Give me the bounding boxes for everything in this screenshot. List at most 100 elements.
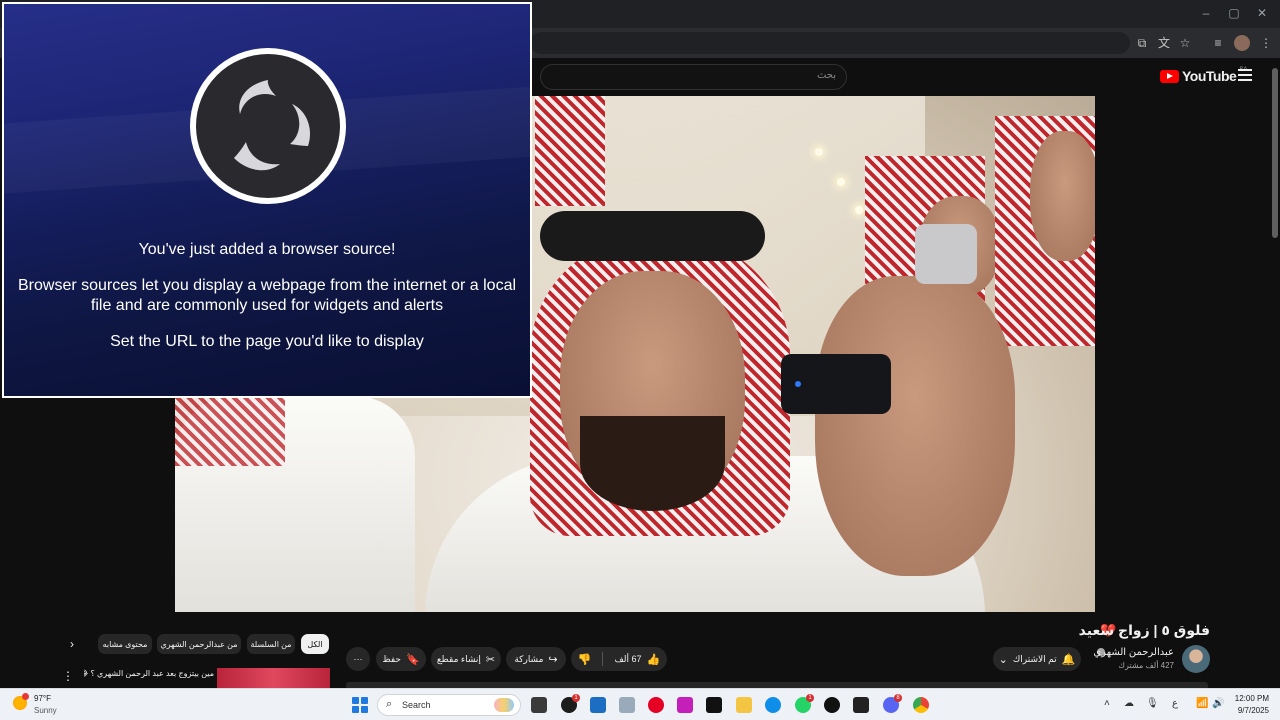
taskbar-search-label: Search <box>402 700 431 710</box>
star-icon[interactable]: ☆ <box>1177 35 1193 51</box>
chevron-down-icon: ⌄ <box>998 653 1008 666</box>
whatsapp-icon[interactable]: 1 <box>795 694 814 713</box>
maximize-button[interactable]: ▢ <box>1224 6 1244 20</box>
taskbar-search[interactable]: ⌕ Search <box>377 694 521 716</box>
video-details: 💔 فلوق ٥ | زواج سعيد عبدالرحمن الشهري 42… <box>0 612 1280 688</box>
edge-icon[interactable] <box>765 697 781 713</box>
search-icon: ⌕ <box>386 698 393 710</box>
taskbar: 97°F Sunny ⌕ Search 1 1 8 ˄ ☁ 🎙 ع 📶 🔊 12… <box>0 688 1280 720</box>
more-icon: ··· <box>353 654 363 664</box>
kebab-menu-icon[interactable]: ⋮ <box>1258 35 1274 51</box>
search-input[interactable]: بحث <box>540 64 847 90</box>
logo-text: YouTube <box>1182 68 1237 84</box>
search-placeholder: بحث <box>816 70 836 81</box>
obs-app-icon[interactable]: 1 <box>561 694 580 713</box>
cloud-app-icon[interactable] <box>619 697 635 713</box>
obs-heading: You've just added a browser source! <box>138 241 396 258</box>
task-view-icon[interactable] <box>531 697 547 713</box>
picsart-icon[interactable] <box>677 697 693 713</box>
clip-button[interactable]: ✂ إنشاء مقطع <box>431 647 501 671</box>
like-divider <box>602 652 604 666</box>
clock-time[interactable]: 12:00 PM <box>1233 694 1269 703</box>
beard-main <box>580 416 725 511</box>
obs-instruction: Set the URL to the page you'd like to di… <box>110 333 424 350</box>
share-button[interactable]: ↪ مشاركة <box>506 647 566 671</box>
media-icon[interactable]: ≡ <box>1210 35 1226 51</box>
cast-icon[interactable]: ⧉ <box>1134 35 1150 51</box>
ghutra-back-left <box>535 96 605 206</box>
weather-condition[interactable]: Sunny <box>34 706 57 715</box>
start-button[interactable] <box>352 697 368 713</box>
agal-main <box>540 211 765 261</box>
address-bar[interactable] <box>530 32 1130 54</box>
discord-badge: 8 <box>894 694 902 702</box>
channel-avatar[interactable] <box>1182 645 1210 673</box>
recommendation-menu-icon[interactable]: ⋮ <box>62 669 74 683</box>
channel-name[interactable]: عبدالرحمن الشهري <box>1093 647 1174 658</box>
phone <box>915 224 977 284</box>
save-button[interactable]: 🔖 حفظ <box>376 647 426 671</box>
face-right <box>1030 131 1095 261</box>
share-icon: ↪ <box>548 653 558 666</box>
profile-avatar[interactable] <box>1234 35 1250 51</box>
hamburger-menu-icon[interactable] <box>1238 69 1252 84</box>
capcut-icon[interactable] <box>706 697 722 713</box>
whatsapp-badge: 1 <box>806 694 814 702</box>
pinterest-icon[interactable] <box>648 697 664 713</box>
chip-all[interactable]: الكل <box>301 634 329 654</box>
more-actions-button[interactable]: ··· <box>346 647 370 671</box>
weather-temperature[interactable]: 97°F <box>34 694 51 703</box>
subscribed-label: تم الاشتراك <box>1012 653 1057 664</box>
tiktok-icon[interactable] <box>824 697 840 713</box>
like-count[interactable]: 67 ألف <box>614 654 641 665</box>
language-indicator[interactable]: ع <box>1172 698 1178 709</box>
ceiling-light <box>837 178 845 186</box>
ceiling-light <box>855 206 863 214</box>
dislike-icon[interactable]: 👎 <box>578 653 592 666</box>
video-title: فلوق ٥ | زواج سعيد <box>1078 622 1210 638</box>
minimize-button[interactable]: – <box>1196 6 1216 20</box>
clock-date[interactable]: 9/7/2025 <box>1233 706 1269 715</box>
cloud-off-icon[interactable]: ☁ <box>1124 698 1134 709</box>
youtube-logo[interactable]: YouTube SA <box>1160 67 1247 84</box>
store-app-icon[interactable] <box>590 697 606 713</box>
clip-label: إنشاء مقطع <box>436 653 481 664</box>
bell-icon: 🔔 <box>1061 653 1076 666</box>
like-dislike-group: 👍 67 ألف 👎 <box>571 647 667 671</box>
volume-icon[interactable]: 🔊 <box>1212 698 1224 709</box>
youtube-play-icon <box>1160 69 1179 83</box>
recommendation-title[interactable]: مين بيتزوج بعد عبد الرحمن الشهري ؟ 😂 <box>84 669 214 678</box>
page-scrollbar[interactable] <box>1272 68 1278 238</box>
mic-led <box>795 381 801 387</box>
close-button[interactable]: ✕ <box>1252 6 1272 20</box>
bookmark-icon: 🔖 <box>405 653 420 666</box>
translate-icon[interactable]: 文 <box>1156 35 1172 51</box>
chevron-right-icon[interactable]: › <box>70 637 74 651</box>
discord-icon[interactable]: 8 <box>883 694 902 713</box>
recommendation-thumbnail[interactable] <box>217 668 330 688</box>
chip-series[interactable]: من السلسلة <box>247 634 295 654</box>
share-label: مشاركة <box>514 653 544 664</box>
chevron-up-icon[interactable]: ˄ <box>1104 698 1110 709</box>
chip-related[interactable]: محتوى مشابه <box>98 634 152 654</box>
obs-browser-source-panel: You've just added a browser source! Brow… <box>2 2 532 398</box>
microphone-icon[interactable]: 🎙 <box>1146 698 1159 709</box>
wifi-icon[interactable]: 📶 <box>1196 698 1208 709</box>
obs-badge: 1 <box>572 694 580 702</box>
hand <box>815 276 1015 576</box>
obs-logo-icon <box>190 48 346 204</box>
weather-alert-badge <box>22 693 29 700</box>
chip-from-channel[interactable]: من عبدالرحمن الشهري <box>157 634 241 654</box>
folder-icon[interactable] <box>736 697 752 713</box>
like-icon[interactable]: 👍 <box>647 653 661 666</box>
save-label: حفظ <box>382 653 401 664</box>
subscribed-button[interactable]: 🔔 تم الاشتراك ⌄ <box>993 647 1081 671</box>
subscriber-count: 427 ألف مشترك <box>1118 661 1174 670</box>
terminal-icon[interactable] <box>853 697 869 713</box>
scissors-icon: ✂ <box>485 653 496 666</box>
chrome-icon[interactable] <box>913 697 929 713</box>
ghutra-left <box>175 396 285 466</box>
obs-description: Browser sources let you display a webpag… <box>17 277 517 314</box>
obs-swirl-icon <box>234 80 311 171</box>
search-highlight-icon <box>494 698 514 712</box>
